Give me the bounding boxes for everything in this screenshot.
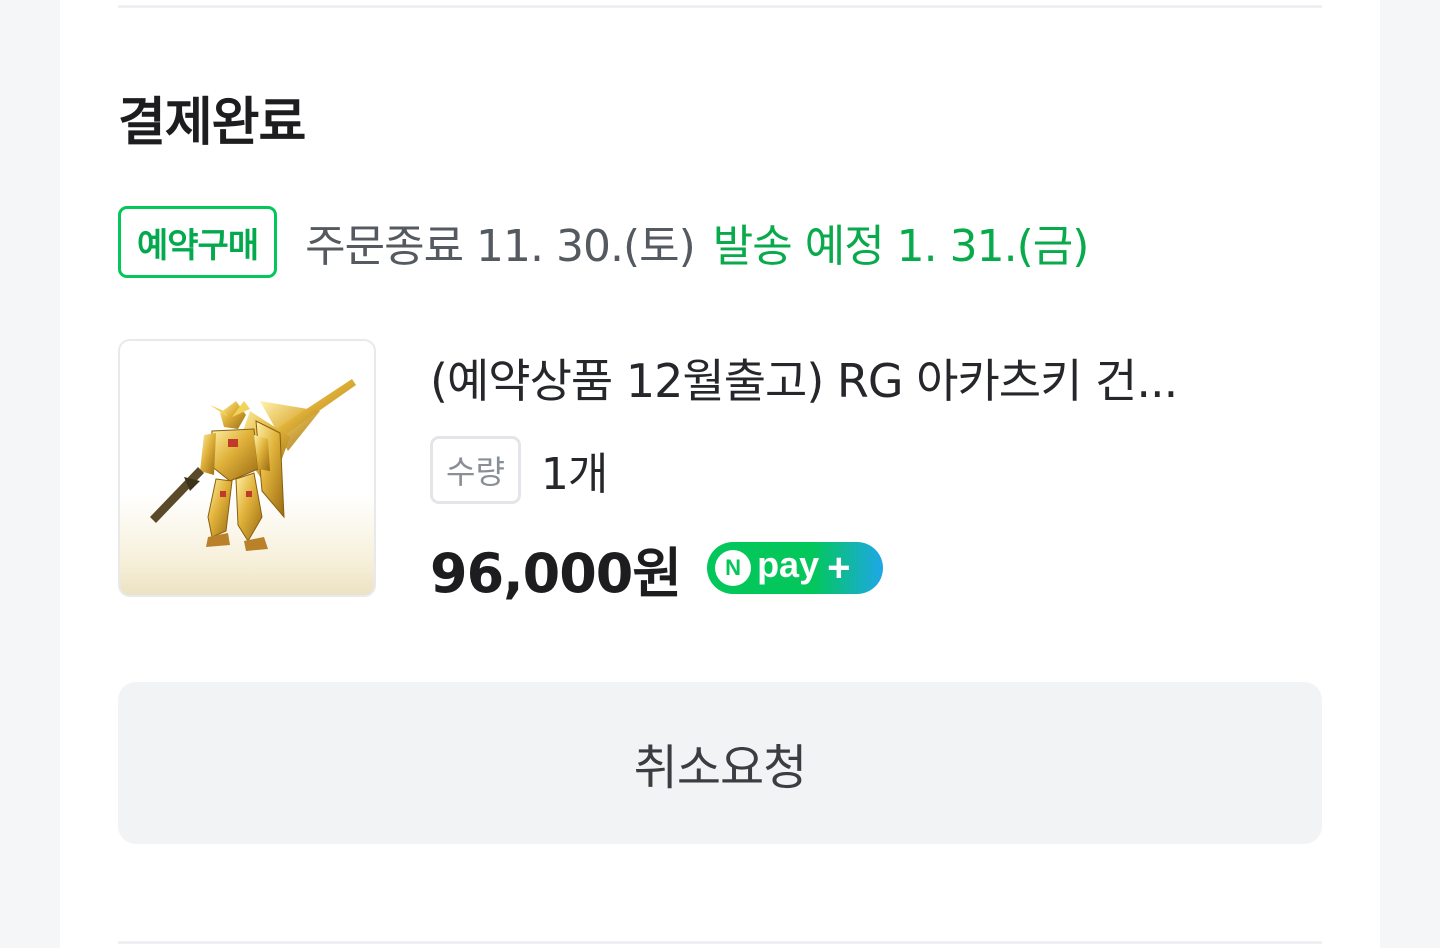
price-row: 96,000원 N pay + bbox=[430, 534, 884, 605]
npay-n-icon: N bbox=[715, 550, 752, 586]
npay-plus-badge: N pay + bbox=[707, 542, 884, 594]
order-end-date: 주문종료 11. 30.(토) bbox=[305, 221, 696, 272]
shipping-schedule: 발송 예정 1. 31.(금) bbox=[712, 221, 1090, 272]
order-status-title: 결제완료 bbox=[118, 93, 306, 153]
cancel-request-button[interactable]: 취소요청 bbox=[118, 682, 1322, 844]
order-info-line: 예약구매 주문종료 11. 30.(토) 발송 예정 1. 31.(금) bbox=[118, 206, 1090, 278]
bottom-divider bbox=[118, 941, 1322, 944]
product-thumbnail[interactable] bbox=[118, 339, 376, 597]
top-divider bbox=[118, 5, 1322, 8]
npay-logo-text: pay bbox=[757, 544, 820, 585]
product-name-link[interactable]: (예약상품 12월출고) RG 아카츠키 건... bbox=[430, 346, 1320, 416]
plus-icon: + bbox=[827, 546, 851, 590]
quantity-row: 수량 1개 bbox=[430, 436, 608, 504]
gold-robot-figure-image bbox=[150, 379, 356, 551]
quantity-label: 수량 bbox=[430, 436, 521, 504]
product-price: 96,000원 bbox=[430, 541, 682, 605]
quantity-value: 1개 bbox=[540, 449, 608, 500]
preorder-badge: 예약구매 bbox=[118, 206, 278, 278]
